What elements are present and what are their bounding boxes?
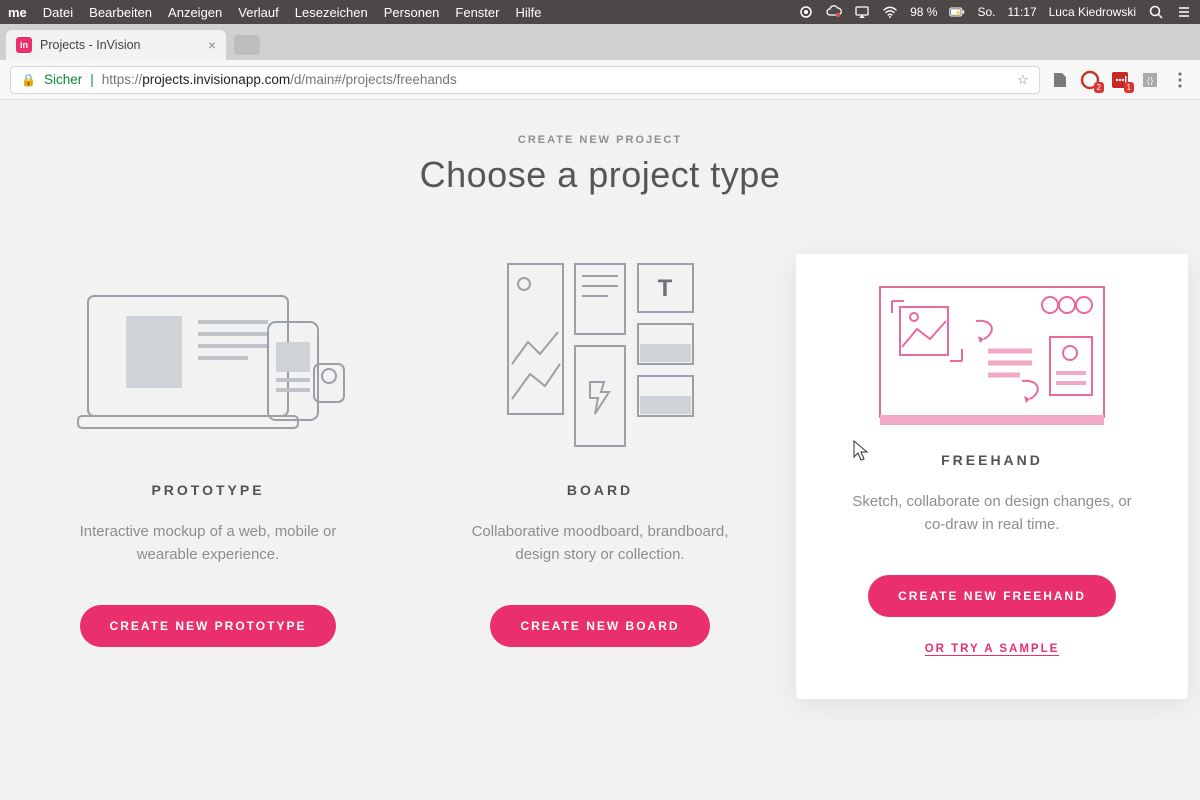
card-freehand[interactable]: FREEHAND Sketch, collaborate on design c… xyxy=(796,254,1188,699)
secure-label: Sicher xyxy=(44,72,82,87)
card-board[interactable]: T BOARD Collaborative moodboard, brandbo… xyxy=(404,254,796,699)
bookmark-star-icon[interactable]: ☆ xyxy=(1017,72,1029,88)
menubar-item-personen[interactable]: Personen xyxy=(384,5,440,20)
evernote-ext-icon[interactable] xyxy=(1050,70,1070,90)
create-freehand-button[interactable]: CREATE NEW FREEHAND xyxy=(868,575,1116,617)
grammarly-ext-icon[interactable] xyxy=(1080,70,1100,90)
svg-text:T: T xyxy=(658,275,673,302)
prototype-illustration-icon xyxy=(40,254,376,464)
menubar-item-lesezeichen[interactable]: Lesezeichen xyxy=(295,5,368,20)
record-icon[interactable] xyxy=(798,4,814,20)
menubar-time: 11:17 xyxy=(1007,5,1036,19)
card-prototype[interactable]: PROTOTYPE Interactive mockup of a web, m… xyxy=(12,254,404,699)
browser-toolbar: 🔒 Sicher | https://projects.invisionapp.… xyxy=(0,60,1200,100)
menubar-item-fenster[interactable]: Fenster xyxy=(455,5,499,20)
menubar-item-anzeigen[interactable]: Anzeigen xyxy=(168,5,222,20)
card-board-title: BOARD xyxy=(432,482,768,498)
address-bar[interactable]: 🔒 Sicher | https://projects.invisionapp.… xyxy=(10,66,1040,94)
menubar-day: So. xyxy=(977,5,995,19)
menubar-search-icon[interactable] xyxy=(1148,4,1164,20)
create-board-button[interactable]: CREATE NEW BOARD xyxy=(490,605,709,647)
battery-percent: 98 % xyxy=(910,5,937,19)
url-scheme: https:// xyxy=(102,72,143,87)
tab-close-icon[interactable]: × xyxy=(208,38,216,52)
menubar-item-verlauf[interactable]: Verlauf xyxy=(238,5,278,20)
card-prototype-desc: Interactive mockup of a web, mobile or w… xyxy=(58,520,358,567)
page-content: CREATE NEW PROJECT Choose a project type xyxy=(0,100,1200,800)
wifi-icon[interactable] xyxy=(882,4,898,20)
lastpass-ext-icon[interactable] xyxy=(1110,70,1130,90)
menubar-user[interactable]: Luca Kiedrowski xyxy=(1049,5,1136,19)
url-path: /d/main#/projects/freehands xyxy=(290,72,457,87)
new-tab-button[interactable] xyxy=(234,35,260,55)
svg-text:⟨⟩: ⟨⟩ xyxy=(1146,76,1153,86)
lock-icon: 🔒 xyxy=(21,73,36,87)
cloud-sync-icon[interactable] xyxy=(826,4,842,20)
freehand-illustration-icon xyxy=(824,254,1160,434)
url-host: projects.invisionapp.com xyxy=(142,72,290,87)
board-illustration-icon: T xyxy=(432,254,768,464)
menubar-hamburger-icon[interactable] xyxy=(1176,4,1192,20)
devtools-ext-icon[interactable]: ⟨⟩ xyxy=(1140,70,1160,90)
card-board-desc: Collaborative moodboard, brandboard, des… xyxy=(450,520,750,567)
create-prototype-button[interactable]: CREATE NEW PROTOTYPE xyxy=(80,605,337,647)
chrome-menu-icon[interactable] xyxy=(1170,70,1190,90)
menubar-item-bearbeiten[interactable]: Bearbeiten xyxy=(89,5,152,20)
card-freehand-desc: Sketch, collaborate on design changes, o… xyxy=(842,490,1142,537)
project-type-cards: PROTOTYPE Interactive mockup of a web, m… xyxy=(0,254,1200,699)
card-freehand-title: FREEHAND xyxy=(824,452,1160,468)
card-prototype-title: PROTOTYPE xyxy=(40,482,376,498)
extension-icons: ⟨⟩ xyxy=(1050,70,1190,90)
page-title: Choose a project type xyxy=(0,154,1200,196)
battery-icon: ⚡ xyxy=(949,4,965,20)
try-sample-link[interactable]: OR TRY A SAMPLE xyxy=(824,643,1160,655)
macos-menubar: me Datei Bearbeiten Anzeigen Verlauf Les… xyxy=(0,0,1200,24)
menubar-item-hilfe[interactable]: Hilfe xyxy=(515,5,541,20)
browser-tab-active[interactable]: in Projects - InVision × xyxy=(6,30,226,60)
menubar-item-datei[interactable]: Datei xyxy=(43,5,73,20)
page-eyebrow: CREATE NEW PROJECT xyxy=(0,134,1200,146)
menubar-app[interactable]: me xyxy=(8,5,27,20)
screen-mirror-icon[interactable] xyxy=(854,4,870,20)
browser-tabstrip: in Projects - InVision × xyxy=(0,24,1200,60)
browser-tab-title: Projects - InVision xyxy=(40,38,141,52)
invision-favicon-icon: in xyxy=(16,37,32,53)
